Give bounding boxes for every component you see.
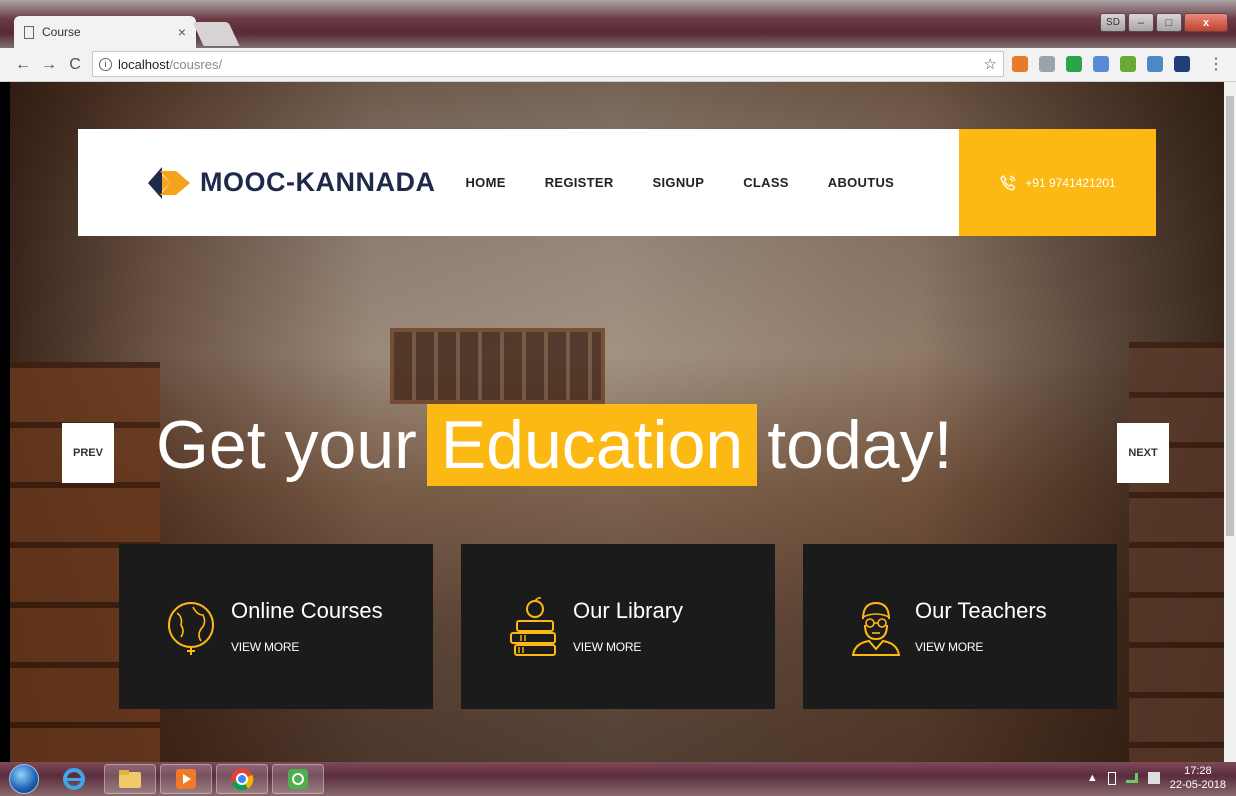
user-profile-button[interactable]: SD [1100,13,1126,32]
phone-contact[interactable]: +91 9741421201 [959,129,1156,236]
browser-toolbar: ← → C i localhost/cousres/ ☆ ⋮ [0,48,1236,82]
phone-icon [1000,174,1016,191]
hero-text-end: today! [767,407,953,483]
nav-aboutus[interactable]: ABOUTUS [828,175,894,190]
clock-time: 17:28 [1184,765,1212,777]
tab-close-icon[interactable]: × [178,24,186,40]
scrollbar-thumb[interactable] [1226,96,1234,536]
browser-titlebar: Course × SD – □ x [0,0,1236,48]
system-tray: ▲ 17:28 22-05-2018 [1087,764,1226,792]
library-background-shelf [390,328,605,404]
bookmark-star-icon[interactable]: ☆ [984,55,997,73]
card-title: Our Teachers [915,597,1047,623]
battery-icon[interactable] [1107,771,1116,785]
hero-text-start: Get your [156,407,417,483]
teacher-icon [851,601,901,656]
extension-icon[interactable] [1147,56,1163,72]
network-icon[interactable] [1125,773,1138,783]
file-explorer-icon[interactable] [104,764,156,794]
internet-explorer-icon[interactable] [48,764,100,794]
clock-date: 22-05-2018 [1169,779,1226,791]
nav-register[interactable]: REGISTER [545,175,614,190]
site-logo[interactable]: MOOC-KANNADA [146,161,435,205]
site-header: MOOC-KANNADA HOME REGISTER SIGNUP CLASS … [78,129,1156,236]
system-clock[interactable]: 17:28 22-05-2018 [1170,764,1226,792]
books-apple-icon [510,596,556,656]
start-button[interactable] [4,762,44,796]
extension-icon[interactable] [1012,56,1028,72]
prev-slide-button[interactable]: PREV [62,423,114,483]
close-window-button[interactable]: x [1184,13,1228,32]
nav-signup[interactable]: SIGNUP [653,175,705,190]
url-host: localhost [118,56,170,72]
logo-icon [148,166,190,199]
show-hidden-icons[interactable]: ▲ [1087,772,1098,784]
extension-icons [1012,56,1190,72]
browser-tab[interactable]: Course × [14,16,196,48]
page-icon [24,25,34,39]
info-icon[interactable]: i [99,57,112,71]
minimize-button[interactable]: – [1128,13,1154,32]
app-icon[interactable] [272,764,324,794]
card-title: Online Courses [231,597,383,623]
web-page: MOOC-KANNADA HOME REGISTER SIGNUP CLASS … [10,82,1224,762]
hero-highlight: Education [426,404,758,486]
action-center-icon[interactable] [1147,772,1160,784]
logo-text: MOOC-KANNADA [200,167,436,197]
library-background-shelf [1129,342,1224,762]
windows-taskbar: ▲ 17:28 22-05-2018 [0,762,1236,796]
extension-icon[interactable] [1066,56,1082,72]
globe-icon [168,601,214,655]
hero-heading: Get your Education today! [156,404,952,486]
card-title: Our Library [573,597,684,623]
back-icon[interactable]: ← [10,56,36,74]
reload-icon[interactable]: C [62,56,88,74]
main-nav: HOME REGISTER SIGNUP CLASS ABOUTUS [465,175,894,190]
windows-logo-icon [9,764,39,794]
window-controls: SD – □ x [1100,13,1228,32]
new-tab-button[interactable] [192,22,240,46]
page-scrollbar[interactable] [1224,82,1236,762]
feature-cards: Online Courses VIEW MORE Our Library VIE… [119,544,1117,709]
url-path: /cousres/ [169,56,223,72]
maximize-button[interactable]: □ [1156,13,1182,32]
extension-icon[interactable] [1120,56,1136,72]
view-more-link[interactable]: VIEW MORE [915,640,983,654]
next-slide-button[interactable]: NEXT [1117,423,1169,483]
media-player-icon[interactable] [160,764,212,794]
forward-icon[interactable]: → [36,56,62,74]
browser-menu-icon[interactable]: ⋮ [1208,54,1224,74]
extension-icon[interactable] [1039,56,1055,72]
extension-icon[interactable] [1093,56,1109,72]
card-our-library[interactable]: Our Library VIEW MORE [461,544,775,709]
view-more-link[interactable]: VIEW MORE [573,640,641,654]
card-online-courses[interactable]: Online Courses VIEW MORE [119,544,433,709]
phone-number: +91 9741421201 [1025,175,1116,190]
extension-icon[interactable] [1174,56,1190,72]
view-more-link[interactable]: VIEW MORE [231,640,299,654]
card-our-teachers[interactable]: Our Teachers VIEW MORE [803,544,1117,709]
nav-home[interactable]: HOME [465,175,505,190]
nav-class[interactable]: CLASS [743,175,789,190]
address-bar[interactable]: i localhost/cousres/ ☆ [92,51,1004,77]
chrome-icon[interactable] [216,764,268,794]
tab-title: Course [42,25,81,39]
